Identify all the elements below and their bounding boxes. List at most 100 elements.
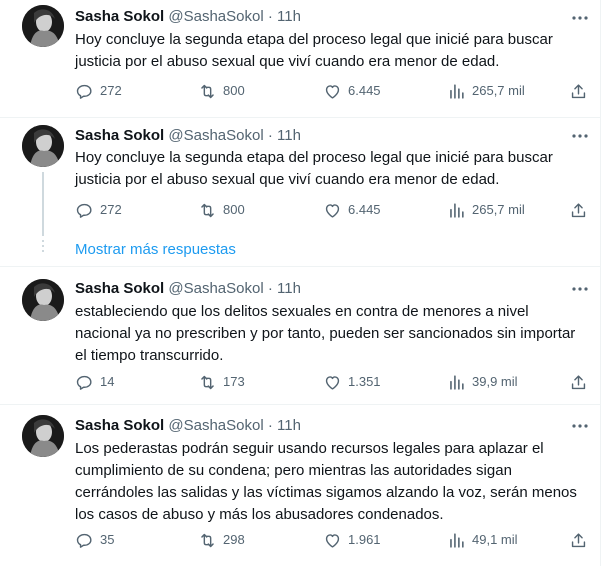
retweet-count: 173 xyxy=(223,374,245,389)
tweet-actions: 14 173 1.351 39,9 mil xyxy=(75,372,590,392)
retweet-button[interactable]: 800 xyxy=(198,81,245,101)
share-icon xyxy=(571,202,586,217)
tweet-header: Sasha Sokol @SashaSokol · 11h xyxy=(75,416,301,436)
views-bar-chart-icon xyxy=(450,374,464,390)
author-name[interactable]: Sasha Sokol xyxy=(75,280,164,297)
reply-button[interactable]: 14 xyxy=(75,372,114,392)
tweet-3[interactable]: Sasha Sokol @SashaSokol · 11h establecie… xyxy=(0,267,600,405)
share-button[interactable] xyxy=(569,200,588,220)
reply-icon xyxy=(76,203,92,218)
avatar[interactable] xyxy=(22,279,64,321)
share-button[interactable] xyxy=(569,530,588,550)
heart-icon xyxy=(325,533,340,548)
tweet-header: Sasha Sokol @SashaSokol · 11h xyxy=(75,7,301,27)
tweet-feed: Sasha Sokol @SashaSokol · 11h Hoy conclu… xyxy=(0,0,601,566)
views-button[interactable]: 265,7 mil xyxy=(447,200,525,220)
separator: · xyxy=(267,280,273,297)
separator: · xyxy=(267,417,273,434)
retweet-button[interactable]: 173 xyxy=(198,372,245,392)
reply-icon xyxy=(76,533,92,548)
share-icon xyxy=(571,374,586,389)
timestamp[interactable]: 11h xyxy=(277,280,301,297)
tweet-text: Hoy concluye la segunda etapa del proces… xyxy=(75,31,553,70)
reply-count: 272 xyxy=(100,202,122,217)
view-count: 49,1 mil xyxy=(472,532,518,547)
like-count: 1.351 xyxy=(348,374,381,389)
reply-button[interactable]: 272 xyxy=(75,200,122,220)
retweet-count: 800 xyxy=(223,83,245,98)
tweet-text: Hoy concluye la segunda etapa del proces… xyxy=(75,149,553,188)
author-handle[interactable]: @SashaSokol xyxy=(168,417,263,434)
author-handle[interactable]: @SashaSokol xyxy=(168,127,263,144)
share-icon xyxy=(571,532,586,547)
thread-line xyxy=(42,172,44,236)
more-horizontal-icon[interactable] xyxy=(570,416,590,436)
views-bar-chart-icon xyxy=(450,83,464,99)
reply-icon xyxy=(76,375,92,390)
views-button[interactable]: 49,1 mil xyxy=(447,530,518,550)
tweet-text: Los pederastas podrán seguir usando recu… xyxy=(75,440,577,523)
author-handle[interactable]: @SashaSokol xyxy=(168,8,263,25)
like-button[interactable]: 6.445 xyxy=(323,200,381,220)
timestamp[interactable]: 11h xyxy=(277,127,301,144)
view-count: 39,9 mil xyxy=(472,374,518,389)
share-icon xyxy=(571,83,586,98)
tweet-header: Sasha Sokol @SashaSokol · 11h xyxy=(75,279,301,299)
tweet-4[interactable]: Sasha Sokol @SashaSokol · 11h Los pedera… xyxy=(0,405,600,566)
like-button[interactable]: 6.445 xyxy=(323,81,381,101)
timestamp[interactable]: 11h xyxy=(277,417,301,434)
retweet-count: 800 xyxy=(223,202,245,217)
reply-count: 272 xyxy=(100,83,122,98)
reply-button[interactable]: 272 xyxy=(75,81,122,101)
heart-icon xyxy=(325,203,340,218)
tweet-2[interactable]: Sasha Sokol @SashaSokol · 11h Hoy conclu… xyxy=(0,118,600,238)
author-handle[interactable]: @SashaSokol xyxy=(168,280,263,297)
share-button[interactable] xyxy=(569,372,588,392)
tweet-actions: 272 800 6.445 265,7 mil xyxy=(75,81,590,101)
views-button[interactable]: 265,7 mil xyxy=(447,81,525,101)
retweet-icon xyxy=(201,533,214,547)
tweet-1[interactable]: Sasha Sokol @SashaSokol · 11h Hoy conclu… xyxy=(0,0,600,118)
views-button[interactable]: 39,9 mil xyxy=(447,372,518,392)
heart-icon xyxy=(325,375,340,390)
tweet-text: estableciendo que los delitos sexuales e… xyxy=(75,303,576,364)
tweet-actions: 35 298 1.961 49,1 mil xyxy=(75,530,590,550)
like-button[interactable]: 1.351 xyxy=(323,372,381,392)
heart-icon xyxy=(325,84,340,99)
retweet-button[interactable]: 298 xyxy=(198,530,245,550)
reply-count: 35 xyxy=(100,532,115,547)
show-more-replies-link[interactable]: Mostrar más respuestas xyxy=(75,240,236,260)
retweet-count: 298 xyxy=(223,532,245,547)
reply-count: 14 xyxy=(100,374,115,389)
avatar[interactable] xyxy=(22,5,64,47)
author-name[interactable]: Sasha Sokol xyxy=(75,417,164,434)
author-name[interactable]: Sasha Sokol xyxy=(75,8,164,25)
view-count: 265,7 mil xyxy=(472,202,525,217)
like-count: 1.961 xyxy=(348,532,381,547)
tweet-header: Sasha Sokol @SashaSokol · 11h xyxy=(75,126,301,146)
more-horizontal-icon[interactable] xyxy=(570,279,590,299)
share-button[interactable] xyxy=(569,81,588,101)
separator: · xyxy=(267,127,273,144)
retweet-icon xyxy=(201,203,214,217)
more-horizontal-icon[interactable] xyxy=(570,126,590,146)
author-name[interactable]: Sasha Sokol xyxy=(75,127,164,144)
views-bar-chart-icon xyxy=(450,532,464,548)
retweet-icon xyxy=(201,375,214,389)
reply-button[interactable]: 35 xyxy=(75,530,114,550)
retweet-button[interactable]: 800 xyxy=(198,200,245,220)
retweet-icon xyxy=(201,84,214,98)
avatar[interactable] xyxy=(22,125,64,167)
like-count: 6.445 xyxy=(348,83,381,98)
tweet-actions: 272 800 6.445 265,7 mil xyxy=(75,200,590,220)
thread-dots xyxy=(42,240,44,255)
avatar[interactable] xyxy=(22,415,64,457)
separator: · xyxy=(267,8,273,25)
like-count: 6.445 xyxy=(348,202,381,217)
timestamp[interactable]: 11h xyxy=(277,8,301,25)
more-horizontal-icon[interactable] xyxy=(570,8,590,28)
reply-icon xyxy=(76,84,92,99)
like-button[interactable]: 1.961 xyxy=(323,530,381,550)
views-bar-chart-icon xyxy=(450,202,464,218)
view-count: 265,7 mil xyxy=(472,83,525,98)
